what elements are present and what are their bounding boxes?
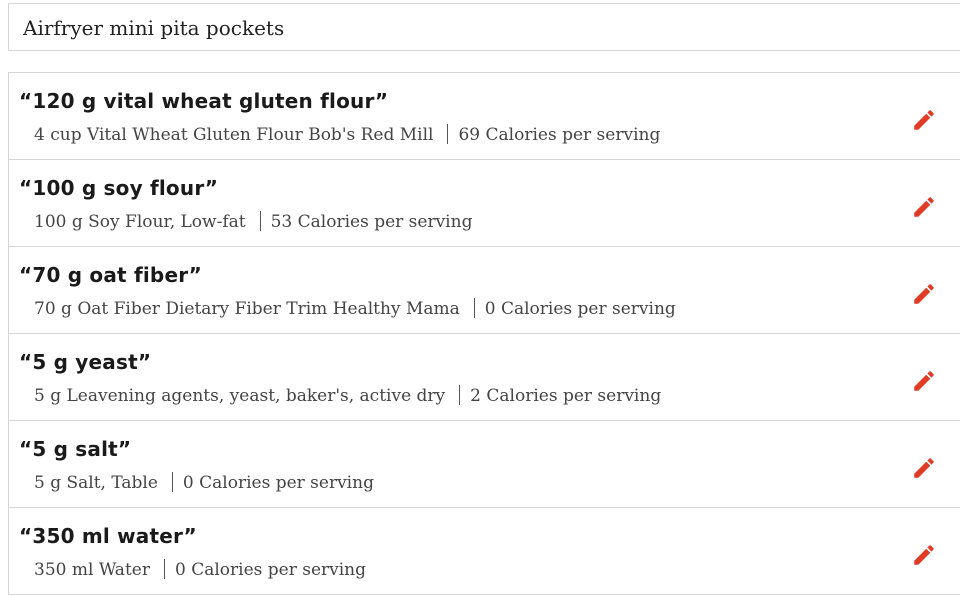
- ingredient-food: 100 g Soy Flour, Low-fat: [34, 212, 246, 232]
- edit-ingredient-button[interactable]: [911, 368, 937, 394]
- ingredient-list: “120 g vital wheat gluten flour” 4 cup V…: [8, 72, 960, 595]
- ingredient-details: 5 g Salt, Table 0 Calories per serving: [34, 472, 374, 493]
- recipe-title-field[interactable]: Airfryer mini pita pockets: [8, 3, 960, 51]
- ingredient-food: 5 g Salt, Table: [34, 473, 158, 493]
- ingredient-calories: 0 Calories per serving: [484, 299, 676, 319]
- edit-ingredient-button[interactable]: [911, 455, 937, 481]
- divider: [473, 298, 475, 318]
- divider: [459, 385, 461, 405]
- ingredient-row: “5 g salt” 5 g Salt, Table 0 Calories per…: [8, 421, 960, 508]
- divider: [163, 559, 165, 579]
- ingredient-quote: “5 g yeast”: [19, 350, 152, 374]
- ingredient-row: “120 g vital wheat gluten flour” 4 cup V…: [8, 73, 960, 160]
- ingredient-calories: 2 Calories per serving: [470, 386, 662, 406]
- edit-ingredient-button[interactable]: [911, 194, 937, 220]
- ingredient-food: 4 cup Vital Wheat Gluten Flour Bob's Red…: [34, 125, 434, 145]
- pencil-icon: [914, 110, 934, 130]
- ingredient-details: 350 ml Water 0 Calories per serving: [34, 559, 366, 580]
- pencil-icon: [914, 197, 934, 217]
- ingredient-details: 100 g Soy Flour, Low-fat 53 Calories per …: [34, 211, 472, 232]
- ingredient-calories: 69 Calories per serving: [458, 125, 661, 145]
- ingredient-details: 4 cup Vital Wheat Gluten Flour Bob's Red…: [34, 124, 660, 145]
- recipe-title: Airfryer mini pita pockets: [23, 16, 285, 40]
- ingredient-details: 5 g Leavening agents, yeast, baker's, ac…: [34, 385, 661, 406]
- pencil-icon: [914, 284, 934, 304]
- ingredient-calories: 53 Calories per serving: [270, 212, 473, 232]
- ingredient-quote: “350 ml water”: [19, 524, 197, 548]
- edit-ingredient-button[interactable]: [911, 107, 937, 133]
- divider: [447, 124, 449, 144]
- ingredient-calories: 0 Calories per serving: [174, 560, 367, 580]
- ingredient-quote: “5 g salt”: [19, 437, 132, 461]
- pencil-icon: [914, 458, 934, 478]
- ingredient-quote: “100 g soy flour”: [19, 176, 219, 200]
- ingredient-details: 70 g Oat Fiber Dietary Fiber Trim Health…: [34, 298, 676, 319]
- pencil-icon: [914, 371, 934, 391]
- ingredient-quote: “120 g vital wheat gluten flour”: [19, 89, 389, 113]
- ingredient-quote: “70 g oat fiber”: [19, 263, 202, 287]
- ingredient-food: 5 g Leavening agents, yeast, baker's, ac…: [34, 386, 446, 406]
- ingredient-row: “70 g oat fiber” 70 g Oat Fiber Dietary …: [8, 247, 960, 334]
- ingredient-row: “350 ml water” 350 ml Water 0 Calories pe…: [8, 508, 960, 595]
- ingredient-food: 70 g Oat Fiber Dietary Fiber Trim Health…: [34, 299, 460, 319]
- ingredient-row: “100 g soy flour” 100 g Soy Flour, Low-f…: [8, 160, 960, 247]
- ingredient-food: 350 ml Water: [34, 560, 150, 580]
- divider: [259, 211, 261, 231]
- pencil-icon: [914, 545, 934, 565]
- ingredient-calories: 0 Calories per serving: [182, 473, 374, 493]
- ingredient-row: “5 g yeast” 5 g Leavening agents, yeast,…: [8, 334, 960, 421]
- edit-ingredient-button[interactable]: [911, 281, 937, 307]
- divider: [171, 472, 173, 492]
- edit-ingredient-button[interactable]: [911, 542, 937, 568]
